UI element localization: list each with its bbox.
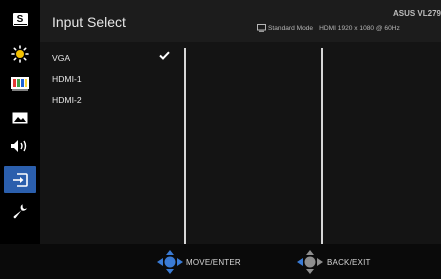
sidebar-item-brightness[interactable]	[4, 40, 36, 67]
sidebar-item-image[interactable]	[4, 104, 36, 131]
input-option-hdmi-2[interactable]: HDMI-2	[52, 95, 82, 105]
brightness-icon	[11, 44, 29, 63]
back-exit-label: BACK/EXIT	[327, 258, 371, 267]
footer-bar: MOVE/ENTER BACK/EXIT	[0, 244, 441, 279]
sidebar-item-color[interactable]	[4, 70, 36, 97]
s-icon: S	[12, 13, 28, 26]
dpad-move-icon	[157, 250, 183, 274]
move-enter-label: MOVE/ENTER	[186, 258, 241, 267]
status-line: Standard Mode HDMI 1920 x 1080 @ 60Hz	[257, 24, 400, 32]
image-icon	[12, 112, 28, 123]
header-bar: Input Select ASUS VL279 Standard Mode HD…	[40, 0, 441, 42]
model-name: ASUS VL279	[392, 9, 441, 18]
monitor-icon	[257, 24, 266, 32]
input-option-hdmi-1[interactable]: HDMI-1	[52, 74, 82, 84]
column-divider	[321, 48, 323, 244]
wrench-icon	[13, 203, 27, 218]
s-icon-label: S	[16, 13, 24, 25]
color-bars-icon	[11, 76, 29, 91]
mode-label: Standard Mode	[268, 24, 314, 32]
sidebar: S	[0, 0, 40, 244]
column-divider	[184, 48, 186, 244]
osd-menu: S Input Select ASUS VL279 Standard Mode …	[0, 0, 441, 279]
dpad-back-icon	[297, 250, 323, 274]
sidebar-item-input-select[interactable]	[4, 166, 36, 193]
speaker-icon	[11, 139, 27, 152]
input-option-vga[interactable]: VGA	[52, 53, 70, 63]
input-select-panel: VGA HDMI-1 HDMI-2	[40, 42, 441, 244]
page-title: Input Select	[52, 14, 126, 30]
input-select-icon	[13, 172, 28, 187]
sidebar-item-splendid[interactable]: S	[4, 6, 36, 33]
sidebar-item-system[interactable]	[4, 197, 36, 224]
sidebar-item-sound[interactable]	[4, 132, 36, 159]
signal-label: HDMI 1920 x 1080 @ 60Hz	[319, 24, 400, 32]
checkmark-icon	[159, 51, 170, 60]
